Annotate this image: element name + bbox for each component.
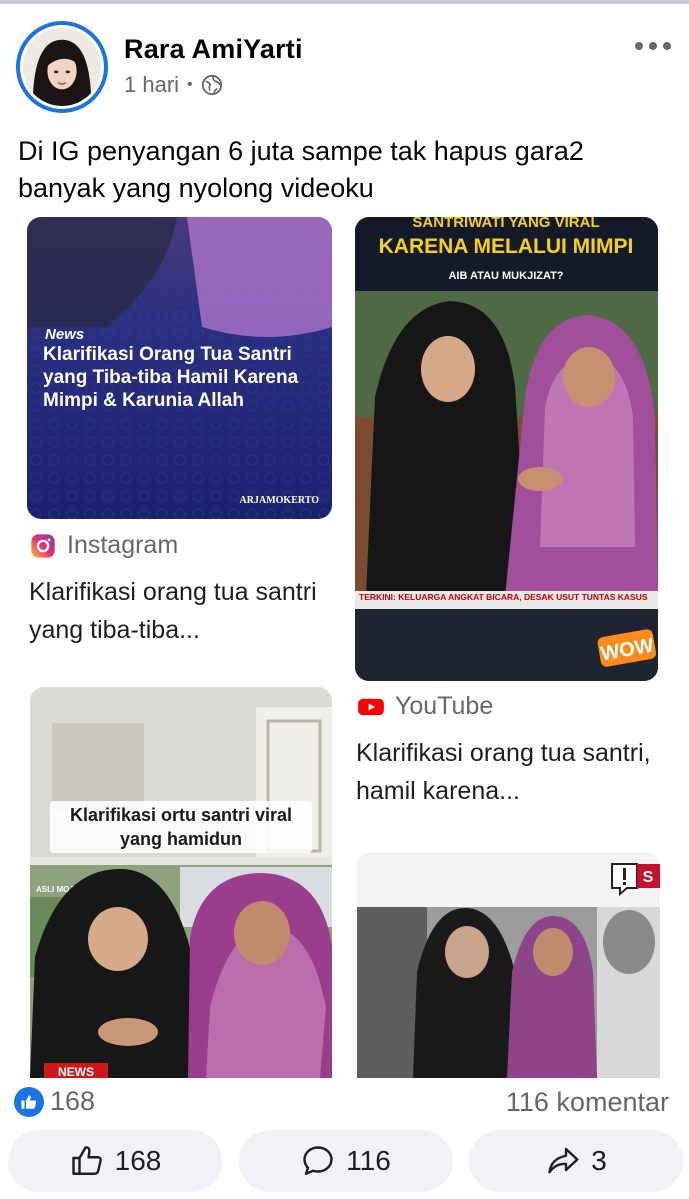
media-card-youtube-image[interactable]: SANTRIWATI YANG VIRAL KARENA MELALUI MIM… <box>355 217 658 681</box>
comment-button[interactable]: 116 <box>238 1130 453 1192</box>
banner-text: KARENA MELALUI MIMPI <box>379 235 634 258</box>
banner-top-text: SANTRIWATI YANG VIRAL <box>412 217 599 231</box>
source-label: YouTube <box>395 692 494 720</box>
share-count: 3 <box>591 1145 607 1176</box>
comment-count-link[interactable]: 116 komentar <box>506 1087 669 1118</box>
comment-count: 116 <box>346 1145 391 1176</box>
action-bar: 168 116 3 <box>8 1130 683 1192</box>
post-time[interactable]: 1 hari <box>124 72 179 98</box>
media-card-video-image-2[interactable]: S <box>357 852 660 1078</box>
post-text: Di IG penyangan 6 juta sampe tak hapus g… <box>18 136 584 203</box>
video-caption: Klarifikasi ortu santri viral yang hamid… <box>50 801 312 853</box>
share-icon <box>548 1147 579 1174</box>
image-watermark: ARJAMOKERTO <box>240 495 320 506</box>
badge-letter: S <box>643 869 654 886</box>
instagram-icon <box>31 533 55 558</box>
news-ticker: TERKINI: KELUARGA ANGKAT BICARA, DESAK U… <box>359 592 648 602</box>
media-card-title[interactable]: Klarifikasi orang tua santri yang tiba-t… <box>29 573 329 649</box>
globe-icon <box>201 74 222 96</box>
news-tag: News <box>45 326 84 343</box>
like-reaction-icon <box>14 1086 44 1117</box>
author-name[interactable]: Rara AmiYarti <box>124 34 303 65</box>
comment-icon <box>303 1146 333 1175</box>
source-instagram: Instagram <box>29 531 178 560</box>
source-label: Instagram <box>67 531 179 559</box>
news-tag: NEWS <box>58 1065 94 1078</box>
like-count: 168 <box>114 1145 162 1176</box>
media-card-title[interactable]: Klarifikasi orang tua santri, hamil kare… <box>356 734 666 810</box>
top-divider <box>0 0 689 4</box>
reaction-count: 168 <box>50 1086 96 1116</box>
post-meta: 1 hari • <box>124 72 223 98</box>
news-headline: Klarifikasi Orang Tua Santri yang Tiba-t… <box>43 344 299 411</box>
avatar[interactable] <box>16 21 108 113</box>
source-youtube: YouTube <box>357 692 493 721</box>
meta-separator: • <box>187 76 193 93</box>
youtube-icon <box>358 698 384 715</box>
profile-photo <box>23 28 101 106</box>
like-button[interactable]: 168 <box>8 1130 222 1192</box>
share-button[interactable]: 3 <box>469 1130 683 1192</box>
more-options-icon[interactable] <box>635 34 671 58</box>
media-card-video-image[interactable]: Klarifikasi ortu santri viral yang hamid… <box>30 687 332 1078</box>
sub-banner-text: AIB ATAU MUKJIZAT? <box>448 270 563 282</box>
media-card-instagram-image[interactable]: News Klarifikasi Orang Tua Santri yang T… <box>27 217 332 519</box>
thumbs-up-icon <box>71 1146 102 1175</box>
reaction-summary[interactable]: 168 <box>14 1086 95 1117</box>
